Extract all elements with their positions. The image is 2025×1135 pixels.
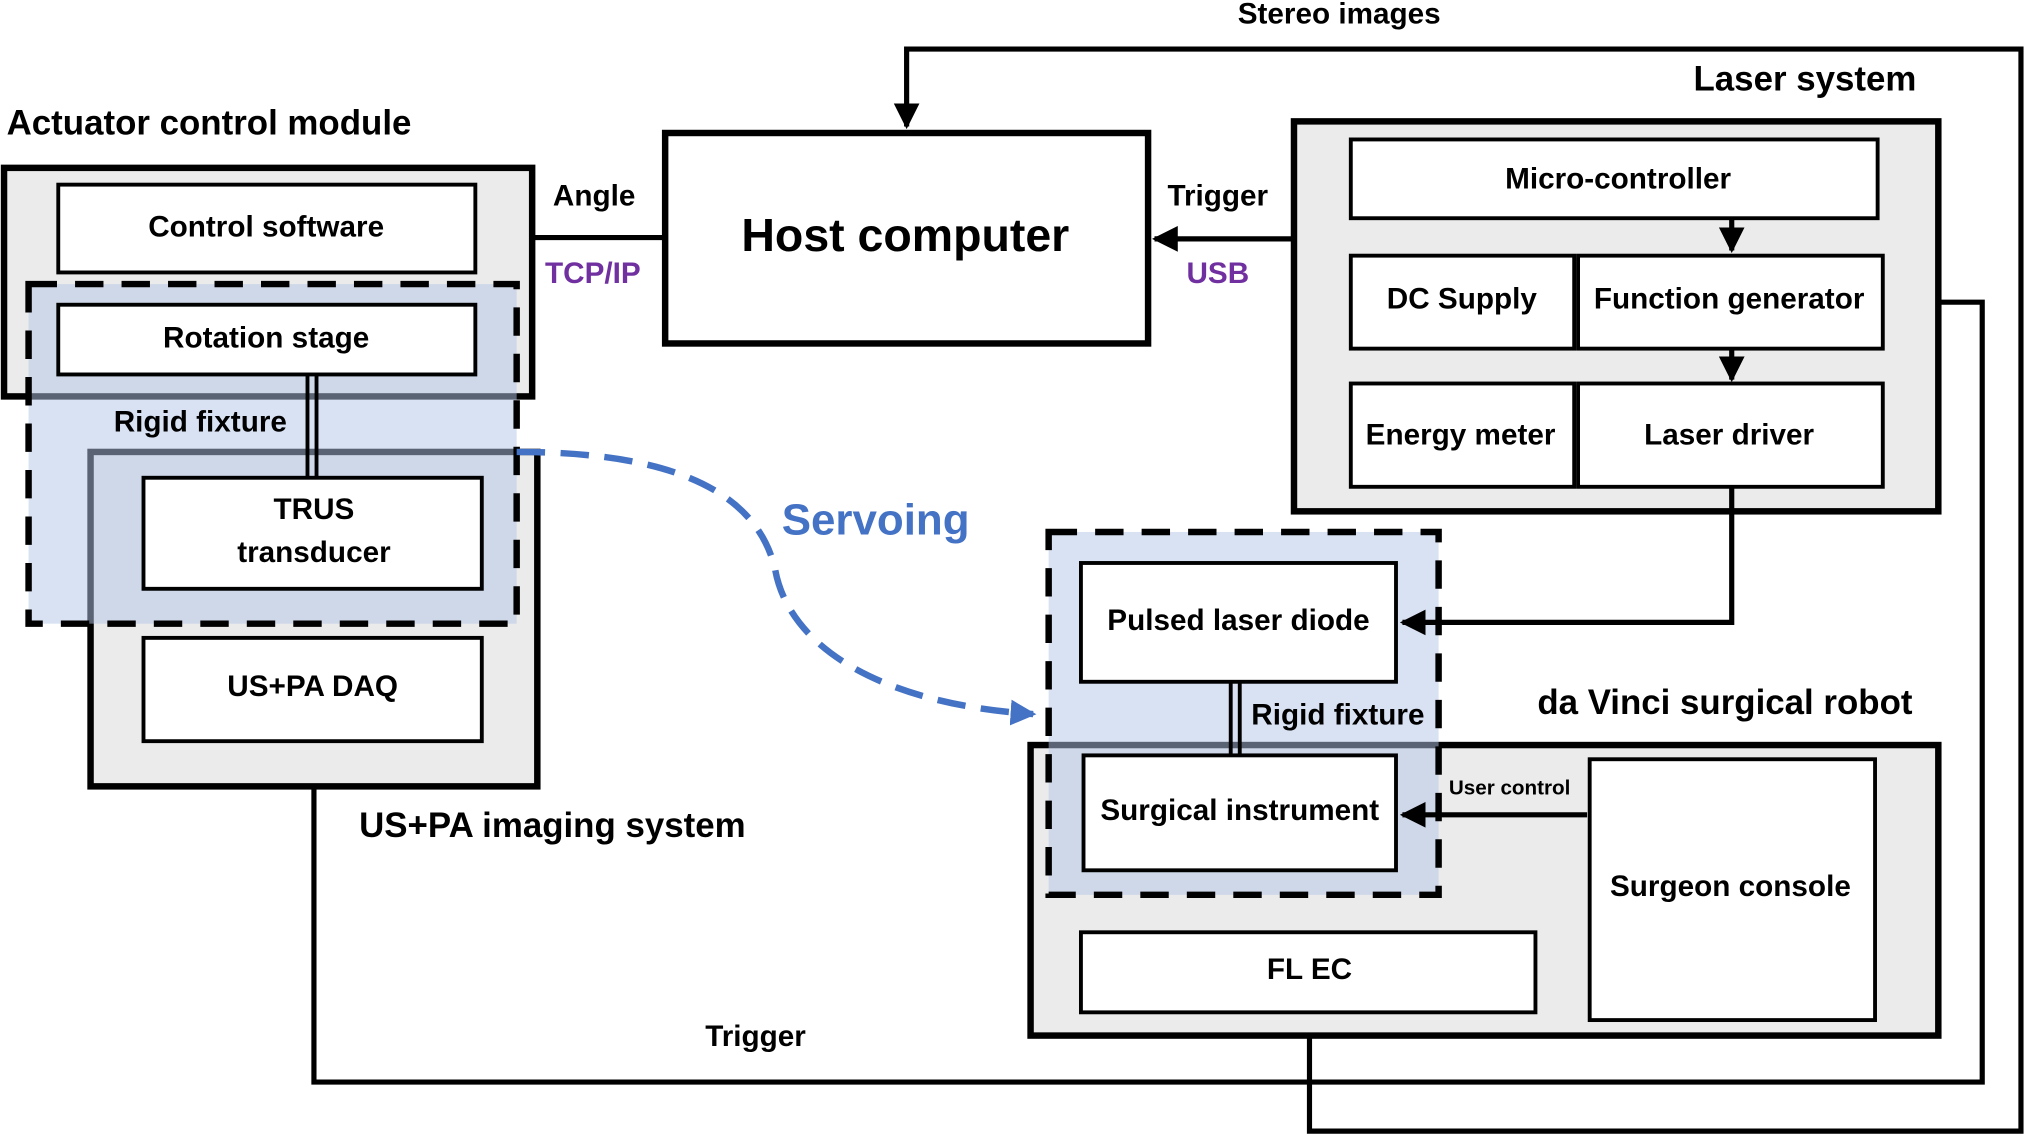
rigid-fixture-right-label: Rigid fixture <box>1251 698 1424 731</box>
trigger-usb-label: Trigger <box>1167 179 1268 212</box>
tcp-ip-label: TCP/IP <box>545 257 641 290</box>
angle-label: Angle <box>553 179 635 212</box>
da-vinci-title: da Vinci surgical robot <box>1537 683 1913 722</box>
fl-ec-label: FL EC <box>1267 953 1352 986</box>
servoing-arrow <box>516 448 1037 726</box>
user-control-label: User control <box>1449 776 1571 799</box>
surgical-instrument-label: Surgical instrument <box>1100 794 1379 827</box>
us-pa-imaging-system-title: US+PA imaging system <box>359 806 745 845</box>
energy-meter-label: Energy meter <box>1366 418 1556 451</box>
system-diagram: Stereo images Trigger Host computer Angl… <box>0 0 2024 1134</box>
control-software-label: Control software <box>148 210 384 243</box>
servoing-label: Servoing <box>782 496 970 545</box>
trus-label-line1: TRUS <box>274 493 355 526</box>
stereo-images-label: Stereo images <box>1238 0 1441 30</box>
trigger-bottom-label: Trigger <box>705 1020 806 1053</box>
rigid-fixture-left-label: Rigid fixture <box>114 405 287 438</box>
rotation-stage-label: Rotation stage <box>163 321 369 354</box>
laser-driver-label: Laser driver <box>1644 418 1814 451</box>
trus-label-line2: transducer <box>237 536 391 569</box>
actuator-control-module-title: Actuator control module <box>7 103 412 142</box>
host-computer-label: Host computer <box>741 209 1069 261</box>
pulsed-laser-diode-label: Pulsed laser diode <box>1107 604 1369 637</box>
usb-label: USB <box>1186 257 1249 290</box>
micro-controller-label: Micro-controller <box>1505 163 1731 196</box>
laser-system-title: Laser system <box>1694 60 1917 99</box>
function-generator-label: Function generator <box>1594 283 1865 316</box>
dc-supply-label: DC Supply <box>1387 283 1538 316</box>
us-pa-daq-label: US+PA DAQ <box>227 670 398 703</box>
surgeon-console-label: Surgeon console <box>1610 870 1851 903</box>
